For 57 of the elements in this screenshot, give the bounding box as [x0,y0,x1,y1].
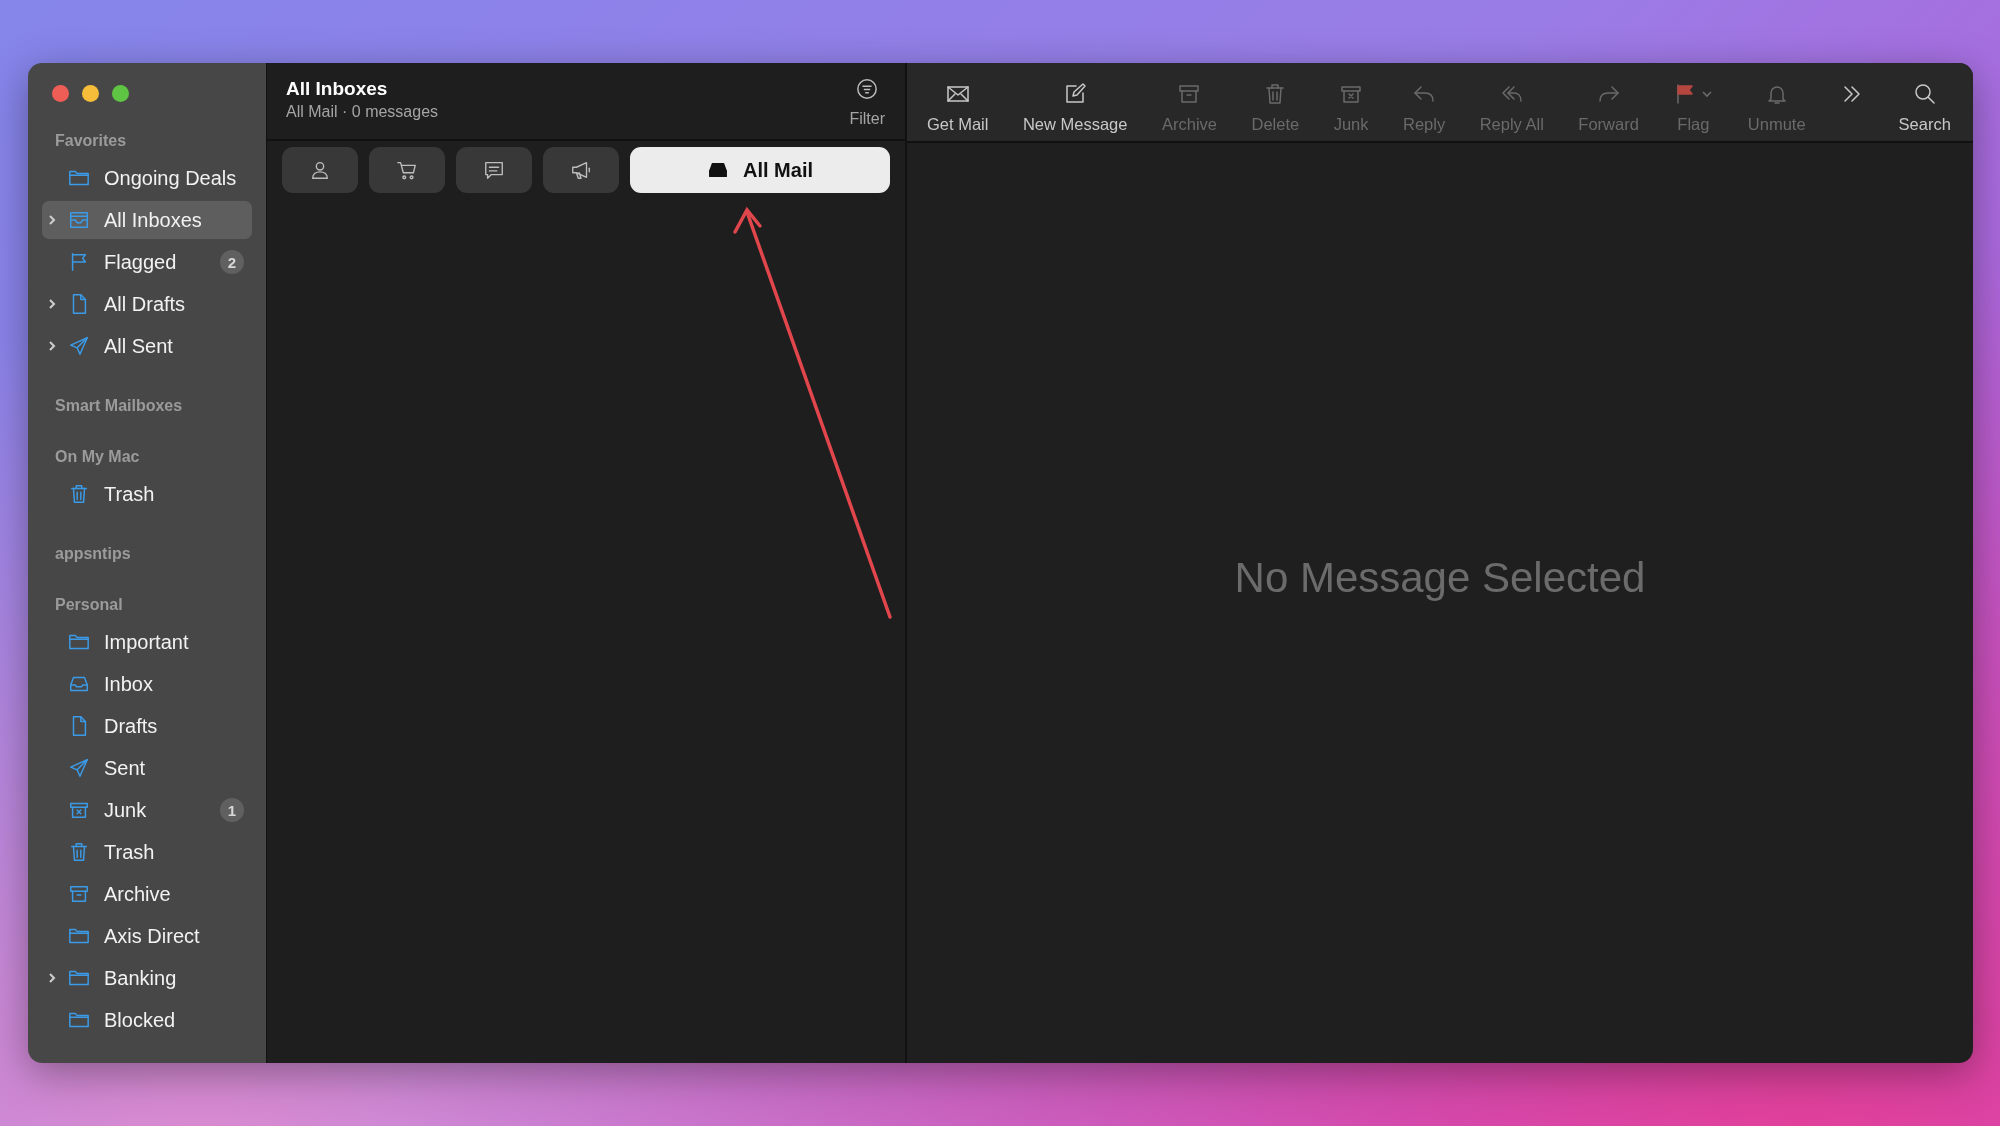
unread-count: 2 [220,250,244,274]
disclosure-chevron-icon[interactable] [46,340,58,352]
section-header: On My Mac [54,447,141,467]
archive-box-icon [1177,82,1202,106]
category-tab[interactable] [456,147,532,193]
caret-icon [1701,88,1714,100]
mailbox-item[interactable]: Important [42,623,252,661]
mailbox-item[interactable]: Blocked [42,1001,252,1039]
category-tab[interactable] [282,147,358,193]
mailbox-item[interactable]: Drafts [42,707,252,745]
trash-icon [68,841,90,863]
mailbox-item[interactable]: Ongoing Deals [42,159,252,197]
mailbox-item[interactable]: Flagged 2 [42,243,252,281]
category-tab[interactable]: All Mail [630,147,890,193]
unread-count: 1 [220,798,244,822]
disclosure-chevron-icon[interactable] [46,972,58,984]
chat-bubble-icon [483,159,505,181]
archive-box-icon [68,883,90,905]
toolbar-button[interactable]: Get Mail [917,82,999,134]
disclosure-chevron-icon[interactable] [46,214,58,226]
mailbox-item[interactable]: Junk 1 [42,791,252,829]
filter-button[interactable]: Filter [849,78,885,139]
mailbox-item[interactable]: Axis Direct [42,917,252,955]
mailbox-title: All Inboxes [286,78,389,100]
filter-icon [856,78,879,100]
category-tab[interactable] [369,147,445,193]
compose-icon [1063,82,1088,106]
section-header: Personal [54,595,124,615]
paper-plane-icon [68,757,90,779]
minimize-button[interactable] [82,85,99,102]
person-icon [309,159,331,181]
zoom-button[interactable] [112,85,129,102]
empty-state-text: No Message Selected [1234,554,1646,602]
disclosure-chevron-icon[interactable] [46,298,58,310]
toolbar-button[interactable]: New Message [1012,82,1138,134]
megaphone-icon [570,159,592,181]
mailbox-item[interactable]: All Inboxes [42,201,252,239]
paper-plane-icon [68,335,90,357]
section-header: Smart Mailboxes [54,396,184,416]
mailbox-item[interactable]: Inbox [42,665,252,703]
close-button[interactable] [52,85,69,102]
mailbox-item[interactable]: Trash [42,475,252,513]
toolbar-button[interactable]: Search [1888,82,1961,134]
section-header: Favorites [54,131,128,151]
mailbox-item[interactable]: All Drafts [42,285,252,323]
mailbox-item[interactable]: Sent [42,749,252,787]
mailbox-item[interactable]: Banking [42,959,252,997]
mailbox-item[interactable]: All Sent [42,327,252,365]
section-header: appsntips [54,544,132,564]
search-icon [1912,82,1937,106]
mailbox-item[interactable]: Archive [42,875,252,913]
trash-icon [68,483,90,505]
tray-stack-icon [68,209,90,231]
category-tab[interactable] [543,147,619,193]
mailbox-item[interactable]: Trash [42,833,252,871]
cart-icon [396,159,418,181]
message-count: All Mail · 0 messages [286,103,439,121]
